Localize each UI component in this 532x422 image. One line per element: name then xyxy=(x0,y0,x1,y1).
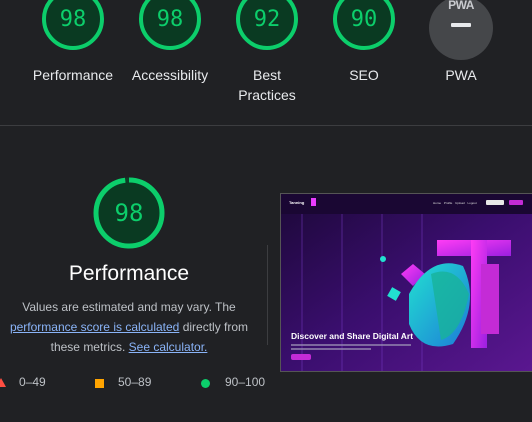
section-divider xyxy=(0,125,532,126)
screenshot-hero-text xyxy=(291,344,411,346)
screenshot-hero-text xyxy=(291,348,371,350)
performance-gauge-large: 98 xyxy=(93,177,165,249)
category-label-accessibility: Accessibility xyxy=(131,67,209,83)
screenshot-logo-icon xyxy=(311,198,316,206)
gauge-score: 98 xyxy=(156,6,184,32)
gauge-score: 98 xyxy=(59,6,87,32)
screenshot-hero-title: Discover and Share Digital Art xyxy=(291,331,414,341)
gauge-score: 90 xyxy=(350,6,378,32)
final-screenshot-thumbnail[interactable]: Tanning Home Profile Upload Logout Disco… xyxy=(280,193,532,372)
average-square-icon xyxy=(95,379,104,388)
gauge-performance[interactable]: 98 xyxy=(41,0,105,51)
legend-fail-range: 0–49 xyxy=(19,375,46,389)
gauge-best-practices[interactable]: 92 xyxy=(235,0,299,51)
pwa-dash-icon xyxy=(451,23,471,27)
gauge-seo[interactable]: 90 xyxy=(332,0,396,51)
gauge-score: 92 xyxy=(253,6,281,32)
performance-title: Performance xyxy=(68,262,190,285)
see-calculator-link[interactable]: See calculator. xyxy=(129,340,208,354)
gauge-accessibility[interactable]: 98 xyxy=(138,0,202,51)
description-text: Values are estimated and may vary. The xyxy=(22,300,236,314)
legend-pass-range: 90–100 xyxy=(225,375,266,389)
performance-description: Values are estimated and may vary. The p… xyxy=(4,297,254,357)
gauge-score: 98 xyxy=(114,199,144,227)
screenshot-nav-button xyxy=(509,200,523,205)
screenshot-nav-button xyxy=(486,200,504,205)
pwa-badge[interactable]: PWA xyxy=(429,0,493,60)
screenshot-hero-button xyxy=(291,354,311,360)
fail-triangle-icon xyxy=(0,378,6,387)
pass-circle-icon xyxy=(201,379,210,388)
category-label-performance: Performance xyxy=(32,67,114,83)
category-label-best-practices: Best Practices xyxy=(238,67,296,103)
category-label-pwa: PWA xyxy=(445,67,477,83)
legend-average-range: 50–89 xyxy=(118,375,152,389)
pwa-badge-text: PWA xyxy=(448,0,474,12)
category-label-seo: SEO xyxy=(349,67,379,83)
vertical-divider xyxy=(267,245,268,345)
screenshot-nav: Home Profile Upload Logout xyxy=(433,201,477,205)
score-calculation-link[interactable]: performance score is calculated xyxy=(10,320,179,334)
screenshot-brand: Tanning xyxy=(289,200,305,205)
